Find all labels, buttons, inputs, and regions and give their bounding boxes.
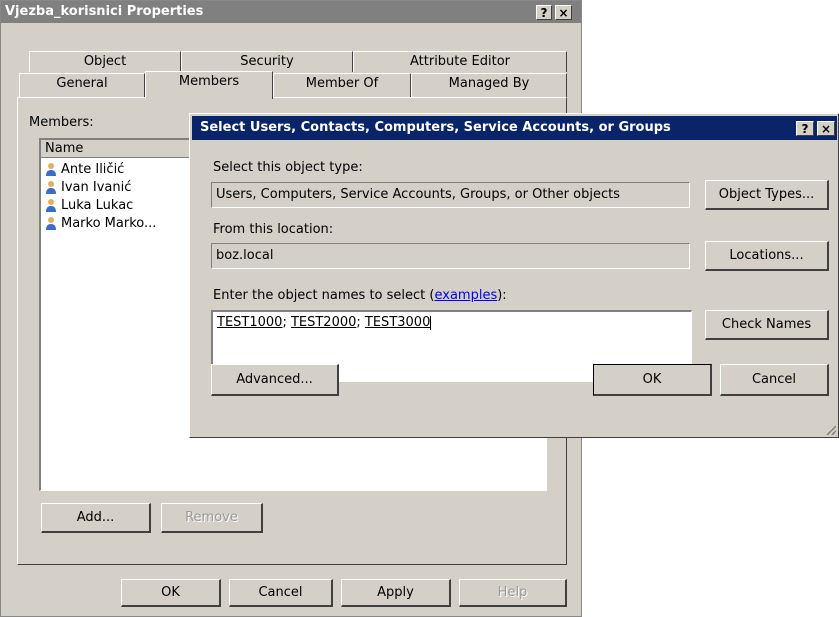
select-objects-dialog: Select Users, Contacts, Computers, Servi… bbox=[189, 113, 839, 438]
list-item[interactable]: Ante Iličić bbox=[41, 160, 191, 178]
tab-general[interactable]: General bbox=[19, 73, 145, 97]
properties-close-button[interactable]: × bbox=[555, 5, 572, 20]
properties-title-bar[interactable]: Vjezba_korisnici Properties bbox=[1, 1, 581, 23]
object-types-button[interactable]: Object Types... bbox=[705, 180, 829, 210]
tab-member-of[interactable]: Member Of bbox=[273, 73, 411, 97]
tab-members[interactable]: Members bbox=[145, 71, 273, 99]
dialog-close-button[interactable]: × bbox=[817, 121, 835, 136]
column-header-name[interactable]: Name bbox=[41, 140, 191, 158]
object-name: TEST3000 bbox=[364, 315, 431, 330]
check-names-button[interactable]: Check Names bbox=[705, 310, 829, 340]
dialog-cancel-button[interactable]: Cancel bbox=[720, 364, 829, 396]
user-icon bbox=[46, 181, 56, 194]
member-name: Marko Marko... bbox=[61, 215, 157, 231]
name-separator: ; bbox=[282, 315, 291, 330]
dialog-title: Select Users, Contacts, Computers, Servi… bbox=[200, 120, 671, 135]
member-name: Ante Iličić bbox=[61, 161, 125, 177]
properties-help-button[interactable]: ? bbox=[536, 5, 552, 20]
list-item[interactable]: Ivan Ivanić bbox=[41, 178, 191, 196]
cancel-button[interactable]: Cancel bbox=[229, 579, 333, 607]
remove-button[interactable]: Remove bbox=[161, 503, 263, 533]
add-button[interactable]: Add... bbox=[41, 503, 151, 533]
advanced-button[interactable]: Advanced... bbox=[211, 364, 339, 396]
locations-button[interactable]: Locations... bbox=[705, 241, 829, 271]
object-name: TEST2000 bbox=[290, 315, 357, 330]
object-type-field: Users, Computers, Service Accounts, Grou… bbox=[211, 182, 690, 208]
text-cursor bbox=[430, 315, 432, 330]
tab-attribute-editor[interactable]: Attribute Editor bbox=[353, 51, 567, 72]
properties-title: Vjezba_korisnici Properties bbox=[5, 4, 204, 19]
tab-object[interactable]: Object bbox=[29, 51, 181, 72]
user-icon bbox=[46, 217, 56, 230]
examples-link[interactable]: examples bbox=[434, 288, 497, 303]
object-names-label-suffix: ): bbox=[497, 288, 507, 303]
tab-managed-by[interactable]: Managed By bbox=[411, 73, 567, 97]
object-names-label: Enter the object names to select (exampl… bbox=[213, 288, 507, 303]
dialog-help-button[interactable]: ? bbox=[796, 121, 814, 136]
user-icon bbox=[46, 163, 56, 176]
location-field: boz.local bbox=[211, 243, 690, 269]
resize-grip-icon[interactable] bbox=[826, 425, 836, 435]
ok-button[interactable]: OK bbox=[121, 579, 221, 607]
help-button[interactable]: Help bbox=[459, 579, 567, 607]
members-label: Members: bbox=[29, 115, 94, 130]
dialog-ok-button[interactable]: OK bbox=[593, 364, 712, 396]
member-name: Ivan Ivanić bbox=[61, 179, 132, 195]
members-rows: Ante Iličić Ivan Ivanić Luka Lukac Marko… bbox=[41, 160, 191, 232]
location-label: From this location: bbox=[213, 222, 334, 237]
user-icon bbox=[46, 199, 56, 212]
object-type-label: Select this object type: bbox=[213, 160, 363, 175]
tab-security[interactable]: Security bbox=[181, 51, 353, 72]
apply-button[interactable]: Apply bbox=[341, 579, 451, 607]
column-header-label: Name bbox=[45, 141, 84, 156]
name-separator: ; bbox=[356, 315, 365, 330]
member-name: Luka Lukac bbox=[61, 197, 134, 213]
list-item[interactable]: Marko Marko... bbox=[41, 214, 191, 232]
list-item[interactable]: Luka Lukac bbox=[41, 196, 191, 214]
dialog-title-bar[interactable]: Select Users, Contacts, Computers, Servi… bbox=[192, 116, 837, 140]
object-names-label-prefix: Enter the object names to select ( bbox=[213, 288, 435, 303]
object-name: TEST1000 bbox=[217, 315, 283, 330]
